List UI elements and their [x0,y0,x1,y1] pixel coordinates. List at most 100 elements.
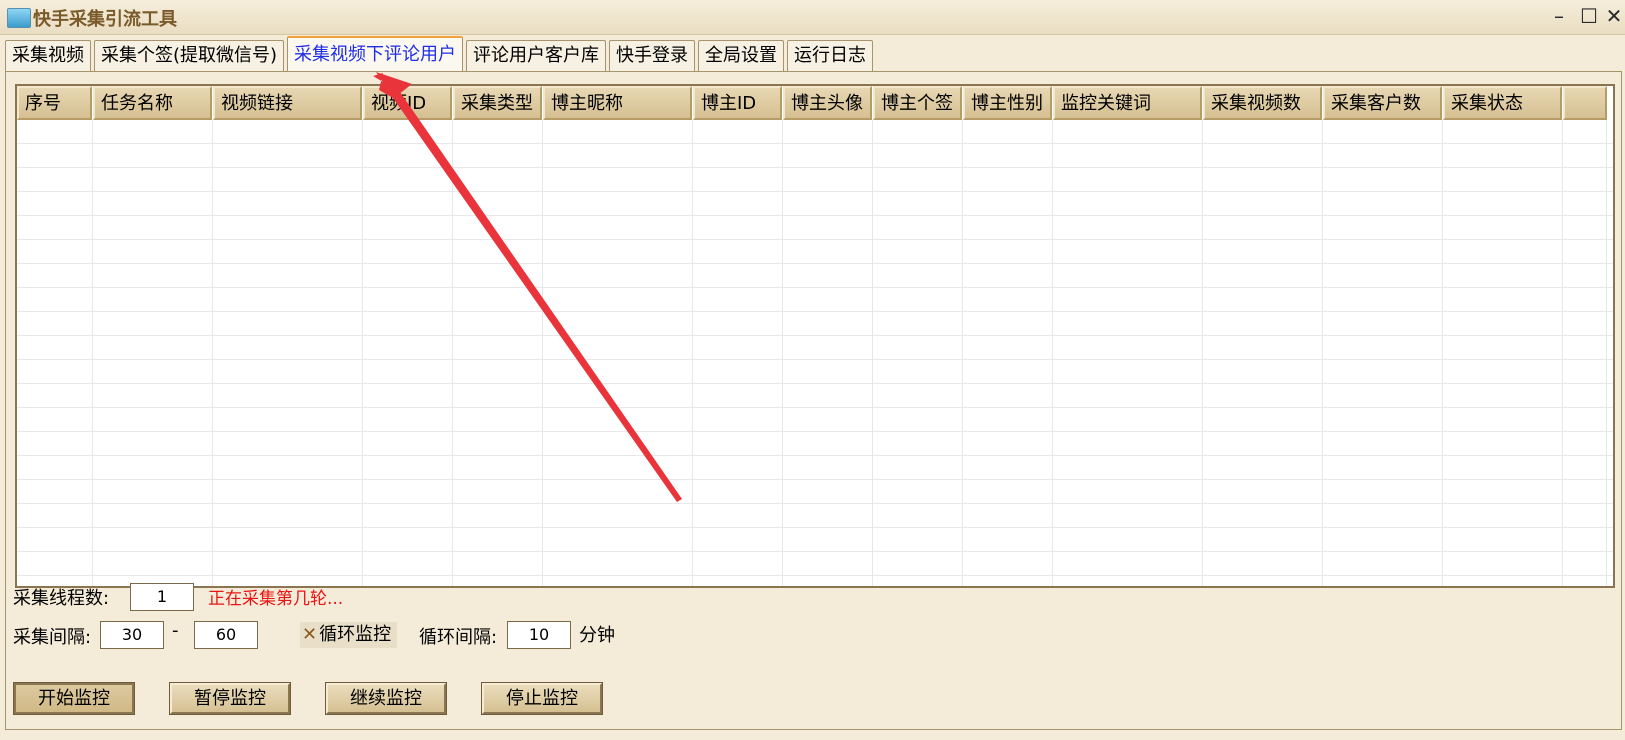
table-cell [963,384,1053,407]
table-cell [783,384,873,407]
table-cell [963,120,1053,143]
tab-global-settings[interactable]: 全局设置 [698,40,785,71]
table-row [17,528,1613,552]
table-cell [693,360,783,383]
tab-kuaishou-login[interactable]: 快手登录 [609,40,696,71]
table-cell [1443,360,1563,383]
table-cell [1563,216,1607,239]
table-cell [1203,576,1323,586]
table-row [17,168,1613,192]
minimize-icon[interactable]: – [1548,4,1570,28]
tab-collect-video[interactable]: 采集视频 [5,40,91,71]
table-cell [543,480,693,503]
tab-run-log[interactable]: 运行日志 [787,40,874,71]
table-cell [1203,552,1323,575]
column-header[interactable]: 博主头像 [783,86,872,120]
table-cell [1443,576,1563,586]
table-cell [363,552,453,575]
table-cell [543,552,693,575]
table-cell [93,216,213,239]
table-row [17,216,1613,240]
table-cell [1443,456,1563,479]
column-header[interactable]: 博主ID [693,86,782,120]
table-cell [1053,432,1203,455]
column-header[interactable]: 视频ID [363,86,452,120]
column-header[interactable]: 视频链接 [213,86,362,120]
table-cell [17,432,93,455]
column-header[interactable]: 监控关键词 [1053,86,1202,120]
table-cell [93,480,213,503]
loop-monitor-checkbox[interactable]: ✕ 循环监控 [300,622,398,648]
table-row [17,240,1613,264]
table-cell [453,576,543,586]
tab-collect-signature[interactable]: 采集个签(提取微信号) [94,40,285,71]
column-header[interactable]: 博主昵称 [543,86,692,120]
table-cell [873,264,963,287]
column-header[interactable]: 序号 [17,86,92,120]
table-cell [1323,408,1443,431]
table-cell [1443,480,1563,503]
column-header[interactable]: 博主性别 [963,86,1052,120]
table-cell [693,336,783,359]
interval-min-input[interactable]: 30 [100,621,164,649]
column-header[interactable]: 采集视频数 [1203,86,1322,120]
start-monitor-button[interactable]: 开始监控 [13,682,135,715]
table-cell [783,192,873,215]
pause-monitor-button[interactable]: 暂停监控 [169,682,291,715]
table-cell [1323,216,1443,239]
threads-label: 采集线程数: [13,588,110,609]
table-cell [213,264,363,287]
table-cell [693,552,783,575]
table-cell [1323,456,1443,479]
tab-collect-comment-users[interactable]: 采集视频下评论用户 [287,36,464,72]
table-cell [543,360,693,383]
table-cell [873,504,963,527]
table-cell [1443,168,1563,191]
table-cell [453,432,543,455]
table-cell [873,480,963,503]
table-cell [783,216,873,239]
table-row [17,552,1613,576]
table-cell [1203,240,1323,263]
threads-input[interactable]: 1 [130,583,194,611]
table-cell [873,408,963,431]
table-cell [963,456,1053,479]
column-header[interactable]: 采集客户数 [1323,86,1442,120]
column-header[interactable]: 采集状态 [1443,86,1562,120]
table-cell [213,384,363,407]
tab-comment-user-library[interactable]: 评论用户客户库 [466,40,607,71]
table-cell [543,456,693,479]
column-header[interactable]: 任务名称 [93,86,212,120]
column-header-filler [1563,86,1607,120]
table-cell [453,264,543,287]
table-row [17,144,1613,168]
table-cell [1203,168,1323,191]
table-cell [1053,168,1203,191]
table-cell [1203,120,1323,143]
column-header[interactable]: 采集类型 [453,86,542,120]
table-row [17,504,1613,528]
table-cell [693,168,783,191]
table-cell [1203,216,1323,239]
table-row [17,408,1613,432]
table-cell [1053,504,1203,527]
resume-monitor-button[interactable]: 继续监控 [325,682,447,715]
table-cell [1443,504,1563,527]
table-cell [1053,240,1203,263]
table-cell [17,312,93,335]
maximize-icon[interactable]: ☐ [1578,4,1600,28]
table-cell [363,528,453,551]
task-table[interactable]: 序号 任务名称 视频链接 视频ID 采集类型 博主昵称 博主ID 博主头像 博主… [15,84,1615,588]
column-header[interactable]: 博主个签 [873,86,962,120]
table-cell [543,528,693,551]
app-icon [7,8,31,28]
table-cell [1203,288,1323,311]
table-cell [1323,168,1443,191]
close-icon[interactable]: ✕ [1603,4,1625,28]
interval-max-input[interactable]: 60 [194,621,258,649]
stop-monitor-button[interactable]: 停止监控 [481,682,603,715]
table-cell [1443,336,1563,359]
loop-interval-input[interactable]: 10 [507,621,571,649]
table-cell [783,144,873,167]
table-cell [1323,552,1443,575]
